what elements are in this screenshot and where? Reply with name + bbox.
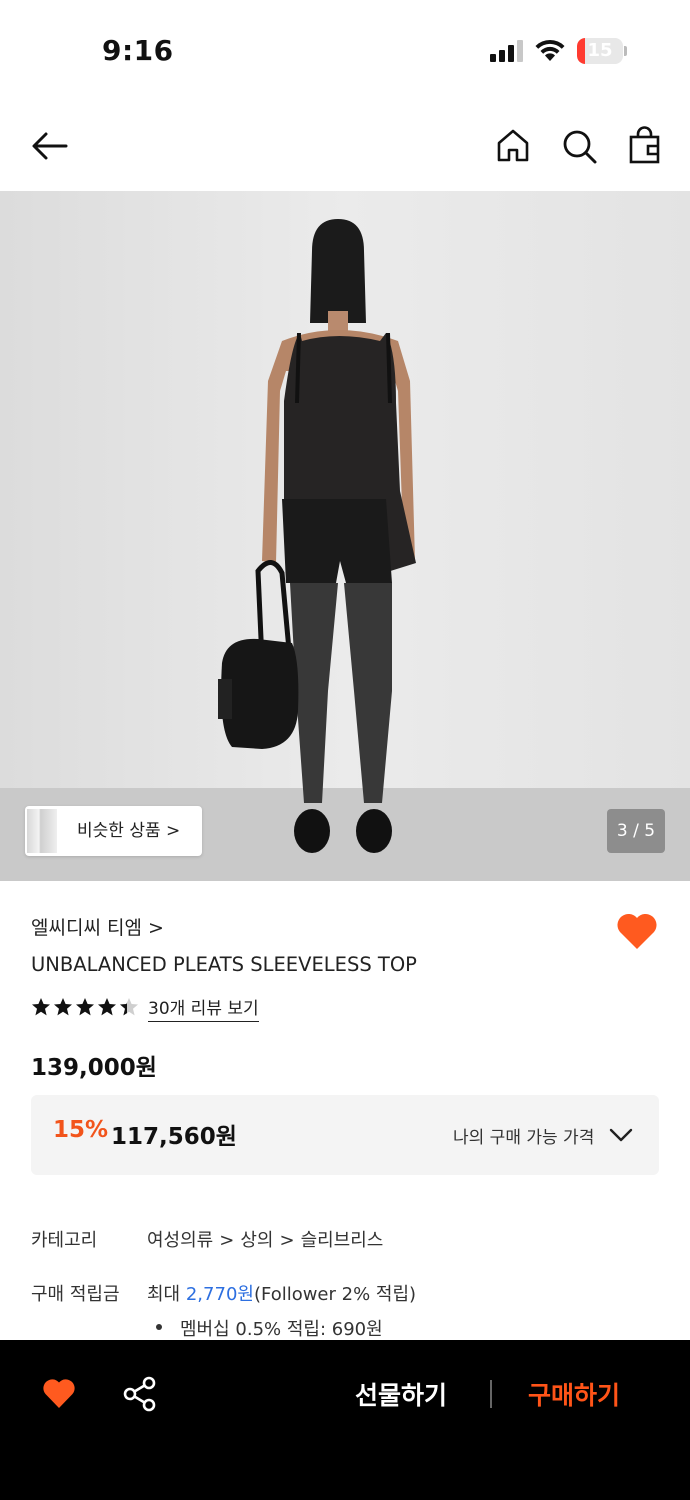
category-label: 카테고리 bbox=[31, 1230, 98, 1251]
buy-button[interactable]: 구매하기 bbox=[528, 1376, 620, 1412]
points-suffix: (Follower 2% 적립) bbox=[253, 1284, 417, 1305]
chevron-right-icon: > bbox=[219, 1230, 235, 1251]
battery-percent: 15 bbox=[587, 40, 613, 61]
category-level-3[interactable]: 슬리브리스 bbox=[301, 1230, 384, 1251]
search-icon[interactable] bbox=[559, 126, 599, 166]
wifi-icon bbox=[535, 39, 565, 61]
product-image-gallery[interactable]: 비슷한 상품 > 3 / 5 bbox=[0, 191, 690, 881]
home-icon[interactable] bbox=[493, 126, 533, 166]
divider bbox=[490, 1380, 492, 1408]
bottom-action-bar: 선물하기 구매하기 bbox=[0, 1340, 690, 1500]
image-page-indicator: 3 / 5 bbox=[607, 809, 665, 853]
cellular-signal-icon bbox=[490, 40, 524, 62]
star-rating-icon bbox=[32, 998, 138, 1016]
my-price-label: 나의 구매 가능 가격 bbox=[453, 1128, 595, 1148]
status-time: 9:16 bbox=[102, 34, 174, 67]
sale-price: 117,560원 bbox=[111, 1124, 237, 1150]
points-value: 최대 2,770원(Follower 2% 적립) bbox=[147, 1280, 416, 1306]
discount-rate: 15% bbox=[53, 1117, 109, 1143]
battery-icon: 15 bbox=[577, 38, 627, 64]
points-label: 구매 적립금 bbox=[31, 1284, 120, 1305]
product-photo bbox=[0, 191, 690, 881]
review-link[interactable]: 30개 리뷰 보기 bbox=[148, 994, 259, 1022]
bullet-dot bbox=[156, 1324, 162, 1330]
status-bar: 9:16 15 bbox=[0, 0, 690, 100]
points-prefix: 최대 bbox=[147, 1284, 181, 1305]
category-level-1[interactable]: 여성의류 bbox=[147, 1230, 213, 1251]
heart-icon[interactable] bbox=[42, 1377, 76, 1409]
points-amount: 2,770원 bbox=[185, 1284, 254, 1305]
gift-button[interactable]: 선물하기 bbox=[355, 1376, 447, 1412]
share-icon[interactable] bbox=[122, 1376, 158, 1412]
heart-icon[interactable] bbox=[616, 912, 658, 950]
brand-link[interactable]: 엘씨디씨 티엠 > bbox=[31, 913, 164, 940]
category-level-2[interactable]: 상의 bbox=[240, 1230, 273, 1251]
similar-products-label: 비슷한 상품 > bbox=[77, 821, 181, 841]
category-breadcrumb: 여성의류 > 상의 > 슬리브리스 bbox=[147, 1226, 383, 1252]
similar-products-thumbnail bbox=[27, 809, 57, 853]
chevron-right-icon: > bbox=[279, 1230, 295, 1251]
discount-price-box[interactable]: 15% 117,560원 나의 구매 가능 가격 bbox=[31, 1095, 659, 1175]
chevron-down-icon[interactable] bbox=[609, 1125, 633, 1145]
shopping-bag-icon[interactable] bbox=[625, 126, 665, 166]
back-arrow-icon[interactable] bbox=[30, 126, 70, 166]
membership-points: 멤버십 0.5% 적립: 690원 bbox=[180, 1319, 383, 1340]
similar-products-button[interactable]: 비슷한 상품 > bbox=[25, 806, 202, 856]
top-navigation bbox=[0, 110, 690, 180]
original-price: 139,000원 bbox=[31, 1055, 157, 1081]
product-name: UNBALANCED PLEATS SLEEVELESS TOP bbox=[31, 953, 417, 976]
